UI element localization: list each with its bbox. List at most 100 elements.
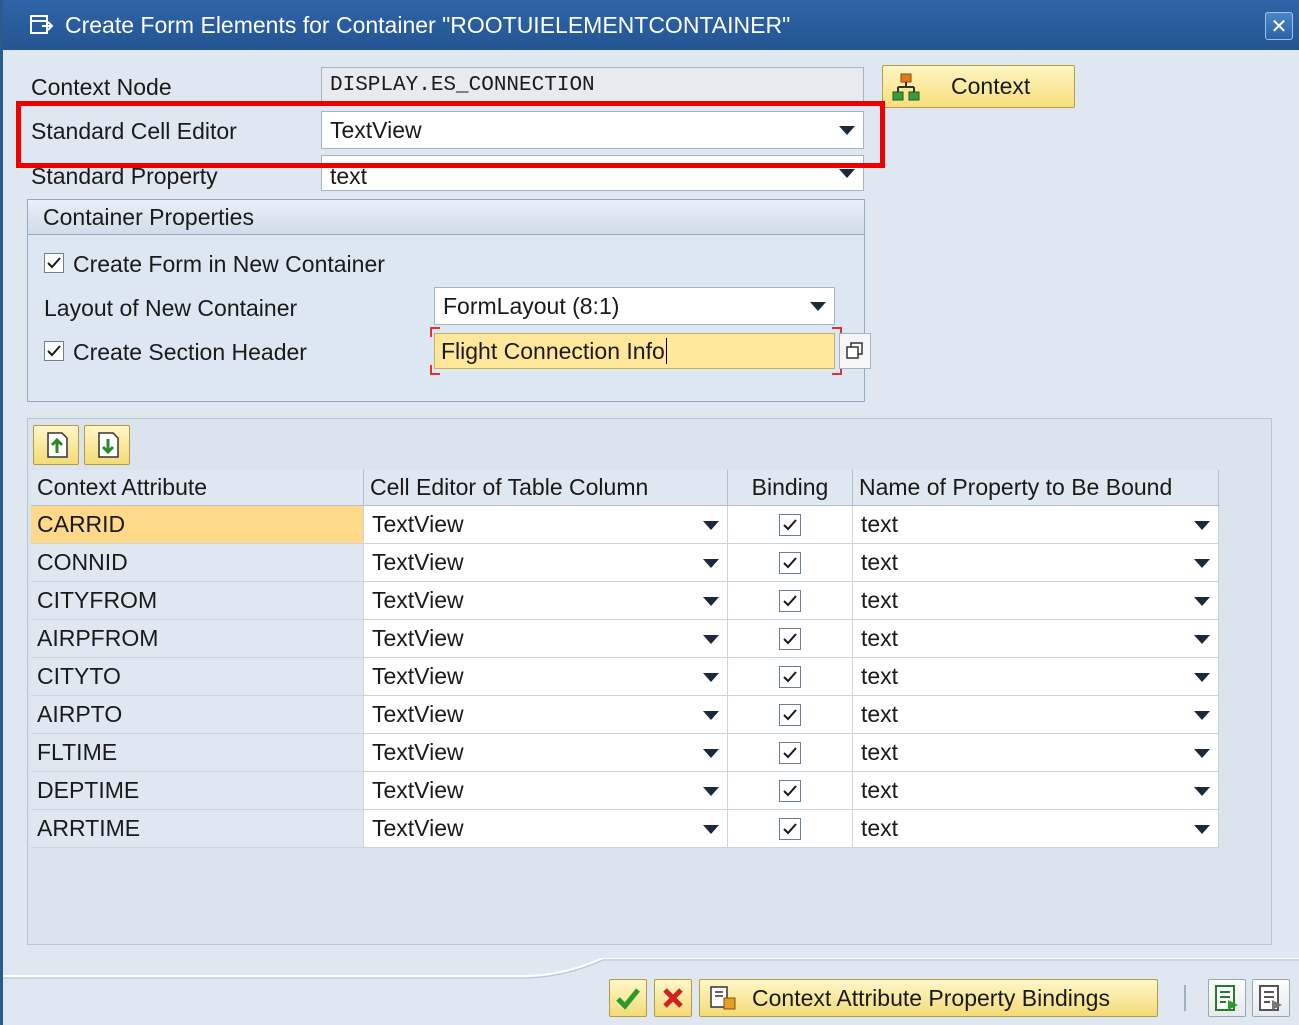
property-value: text <box>861 815 899 841</box>
dialog-icon <box>29 13 55 37</box>
create-form-label: Create Form in New Container <box>73 251 385 277</box>
binding-checkbox[interactable] <box>779 551 801 574</box>
cell-editor-dropdown[interactable]: TextView <box>364 582 728 620</box>
chevron-down-icon <box>1194 824 1210 834</box>
layout-value: FormLayout (8:1) <box>443 292 620 319</box>
focus-corner <box>430 327 440 337</box>
property-dropdown[interactable]: text <box>853 658 1219 696</box>
column-header[interactable]: Context Attribute <box>31 470 364 506</box>
dialog-title: Create Form Elements for Container "ROOT… <box>65 11 791 38</box>
create-form-checkbox[interactable] <box>44 253 64 273</box>
checkmark-icon <box>47 345 61 357</box>
move-down-icon <box>98 432 119 458</box>
context-attribute-cell[interactable]: CITYFROM <box>31 582 364 620</box>
property-value: text <box>861 625 899 651</box>
cell-editor-value: TextView <box>372 587 464 613</box>
binding-cell <box>728 810 853 848</box>
cell-editor-value: TextView <box>372 739 464 765</box>
container-properties-title: Container Properties <box>43 203 254 230</box>
binding-cell <box>728 734 853 772</box>
binding-checkbox[interactable] <box>779 665 801 688</box>
section-header-value: Flight Connection Info <box>441 337 665 364</box>
import-button[interactable] <box>1252 979 1290 1017</box>
chevron-down-icon <box>839 169 855 178</box>
close-icon[interactable]: ✕ <box>1265 12 1293 40</box>
context-attribute-cell[interactable]: CITYTO <box>31 658 364 696</box>
column-header[interactable]: Name of Property to Be Bound <box>853 470 1219 506</box>
section-header-checkbox[interactable] <box>44 341 64 361</box>
property-dropdown[interactable]: text <box>853 620 1219 658</box>
move-up-button[interactable] <box>33 425 79 465</box>
context-attribute-cell[interactable]: CARRID <box>31 506 364 544</box>
cancel-icon <box>663 988 683 1008</box>
focus-corner <box>430 365 440 375</box>
binding-checkbox[interactable] <box>779 741 801 764</box>
checkmark-icon <box>783 708 797 720</box>
chevron-down-icon <box>703 786 719 796</box>
binding-checkbox[interactable] <box>779 627 801 650</box>
cell-editor-dropdown[interactable]: TextView <box>364 734 728 772</box>
checkmark-icon <box>783 594 797 606</box>
context-attribute-cell[interactable]: AIRPTO <box>31 696 364 734</box>
context-attribute-value: FLTIME <box>37 739 118 765</box>
chevron-down-icon <box>1194 672 1210 682</box>
property-dropdown[interactable]: text <box>853 810 1219 848</box>
column-header[interactable]: Cell Editor of Table Column <box>364 470 728 506</box>
binding-checkbox[interactable] <box>779 817 801 840</box>
cell-editor-dropdown[interactable]: TextView <box>364 810 728 848</box>
checkmark-icon <box>47 257 61 269</box>
cell-editor-dropdown[interactable]: TextView <box>364 658 728 696</box>
property-dropdown[interactable]: text <box>853 506 1219 544</box>
confirm-button[interactable] <box>609 979 647 1017</box>
chevron-down-icon <box>1194 786 1210 796</box>
property-dropdown[interactable]: text <box>853 772 1219 810</box>
binding-checkbox[interactable] <box>779 589 801 612</box>
property-dropdown[interactable]: text <box>853 582 1219 620</box>
property-dropdown[interactable]: text <box>853 544 1219 582</box>
binding-checkbox[interactable] <box>779 779 801 802</box>
property-dropdown[interactable]: text <box>853 734 1219 772</box>
binding-checkbox[interactable] <box>779 703 801 726</box>
chevron-down-icon <box>703 672 719 682</box>
context-button-label: Context <box>951 73 1031 99</box>
column-header[interactable]: Binding <box>728 470 853 506</box>
title-bar: Create Form Elements for Container "ROOT… <box>3 0 1299 50</box>
move-down-button[interactable] <box>84 425 130 465</box>
checkmark-icon <box>783 784 797 796</box>
context-attribute-cell[interactable]: DEPTIME <box>31 772 364 810</box>
toolbar-separator <box>1184 985 1186 1011</box>
context-attribute-cell[interactable]: AIRPFROM <box>31 620 364 658</box>
context-attribute-cell[interactable]: ARRTIME <box>31 810 364 848</box>
chevron-down-icon <box>703 748 719 758</box>
context-attribute-cell[interactable]: CONNID <box>31 544 364 582</box>
context-node-label: Context Node <box>31 74 172 100</box>
cancel-button[interactable] <box>654 979 692 1017</box>
cell-editor-dropdown[interactable]: TextView <box>364 620 728 658</box>
export-button[interactable] <box>1208 979 1246 1017</box>
layout-dropdown[interactable]: FormLayout (8:1) <box>434 287 835 325</box>
chevron-down-icon <box>703 558 719 568</box>
property-value: text <box>861 739 899 765</box>
property-value: text <box>861 549 899 575</box>
binding-cell <box>728 696 853 734</box>
context-button[interactable]: Context <box>882 65 1075 108</box>
cell-editor-value: TextView <box>372 625 464 651</box>
binding-cell <box>728 544 853 582</box>
section-header-input[interactable]: Flight Connection Info <box>434 333 835 369</box>
context-attribute-cell[interactable]: FLTIME <box>31 734 364 772</box>
cell-editor-dropdown[interactable]: TextView <box>364 696 728 734</box>
context-attribute-value: ARRTIME <box>37 815 141 841</box>
value-help-button[interactable] <box>839 333 871 369</box>
cell-editor-dropdown[interactable]: TextView <box>364 544 728 582</box>
property-bindings-button[interactable]: Context Attribute Property Bindings <box>699 979 1158 1017</box>
cell-editor-dropdown[interactable]: TextView <box>364 506 728 544</box>
property-dropdown[interactable]: text <box>853 696 1219 734</box>
property-value: text <box>861 777 899 803</box>
context-attribute-value: CARRID <box>37 511 126 537</box>
checkmark-icon <box>783 746 797 758</box>
chevron-down-icon <box>1194 710 1210 720</box>
cell-editor-dropdown[interactable]: TextView <box>364 772 728 810</box>
cell-editor-value: TextView <box>372 701 464 727</box>
checkmark-icon <box>783 632 797 644</box>
binding-checkbox[interactable] <box>779 513 801 536</box>
